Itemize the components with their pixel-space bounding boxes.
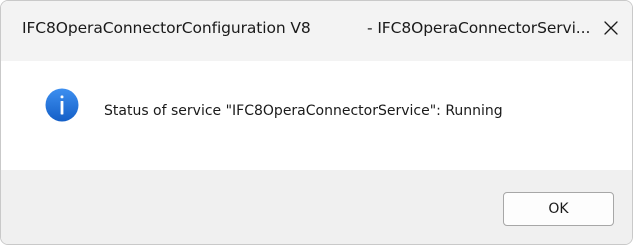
info-icon bbox=[45, 88, 79, 122]
window-title-suffix: - IFC8OperaConnectorServi... bbox=[367, 19, 591, 37]
title-bar[interactable]: IFC8OperaConnectorConfiguration V8 - IFC… bbox=[1, 1, 632, 61]
status-message: Status of service "IFC8OperaConnectorSer… bbox=[104, 103, 503, 119]
ok-button[interactable]: OK bbox=[503, 192, 614, 226]
button-bar: OK bbox=[1, 170, 632, 244]
close-icon bbox=[604, 21, 618, 35]
message-dialog: IFC8OperaConnectorConfiguration V8 - IFC… bbox=[0, 0, 633, 245]
close-button[interactable] bbox=[597, 14, 625, 42]
dialog-content: Status of service "IFC8OperaConnectorSer… bbox=[1, 61, 632, 170]
window-title: IFC8OperaConnectorConfiguration V8 bbox=[22, 19, 311, 37]
